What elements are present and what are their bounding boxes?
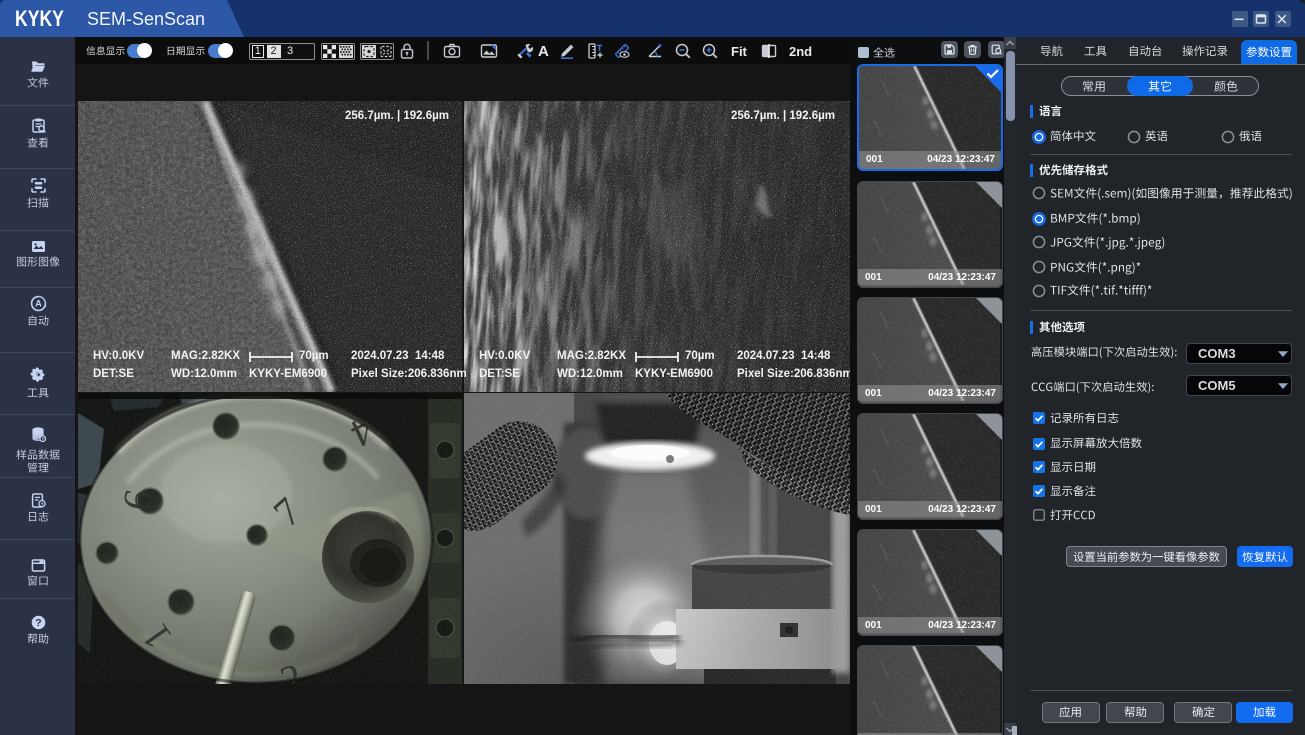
- svg-text:?: ?: [35, 617, 41, 629]
- svg-text:A: A: [35, 298, 42, 308]
